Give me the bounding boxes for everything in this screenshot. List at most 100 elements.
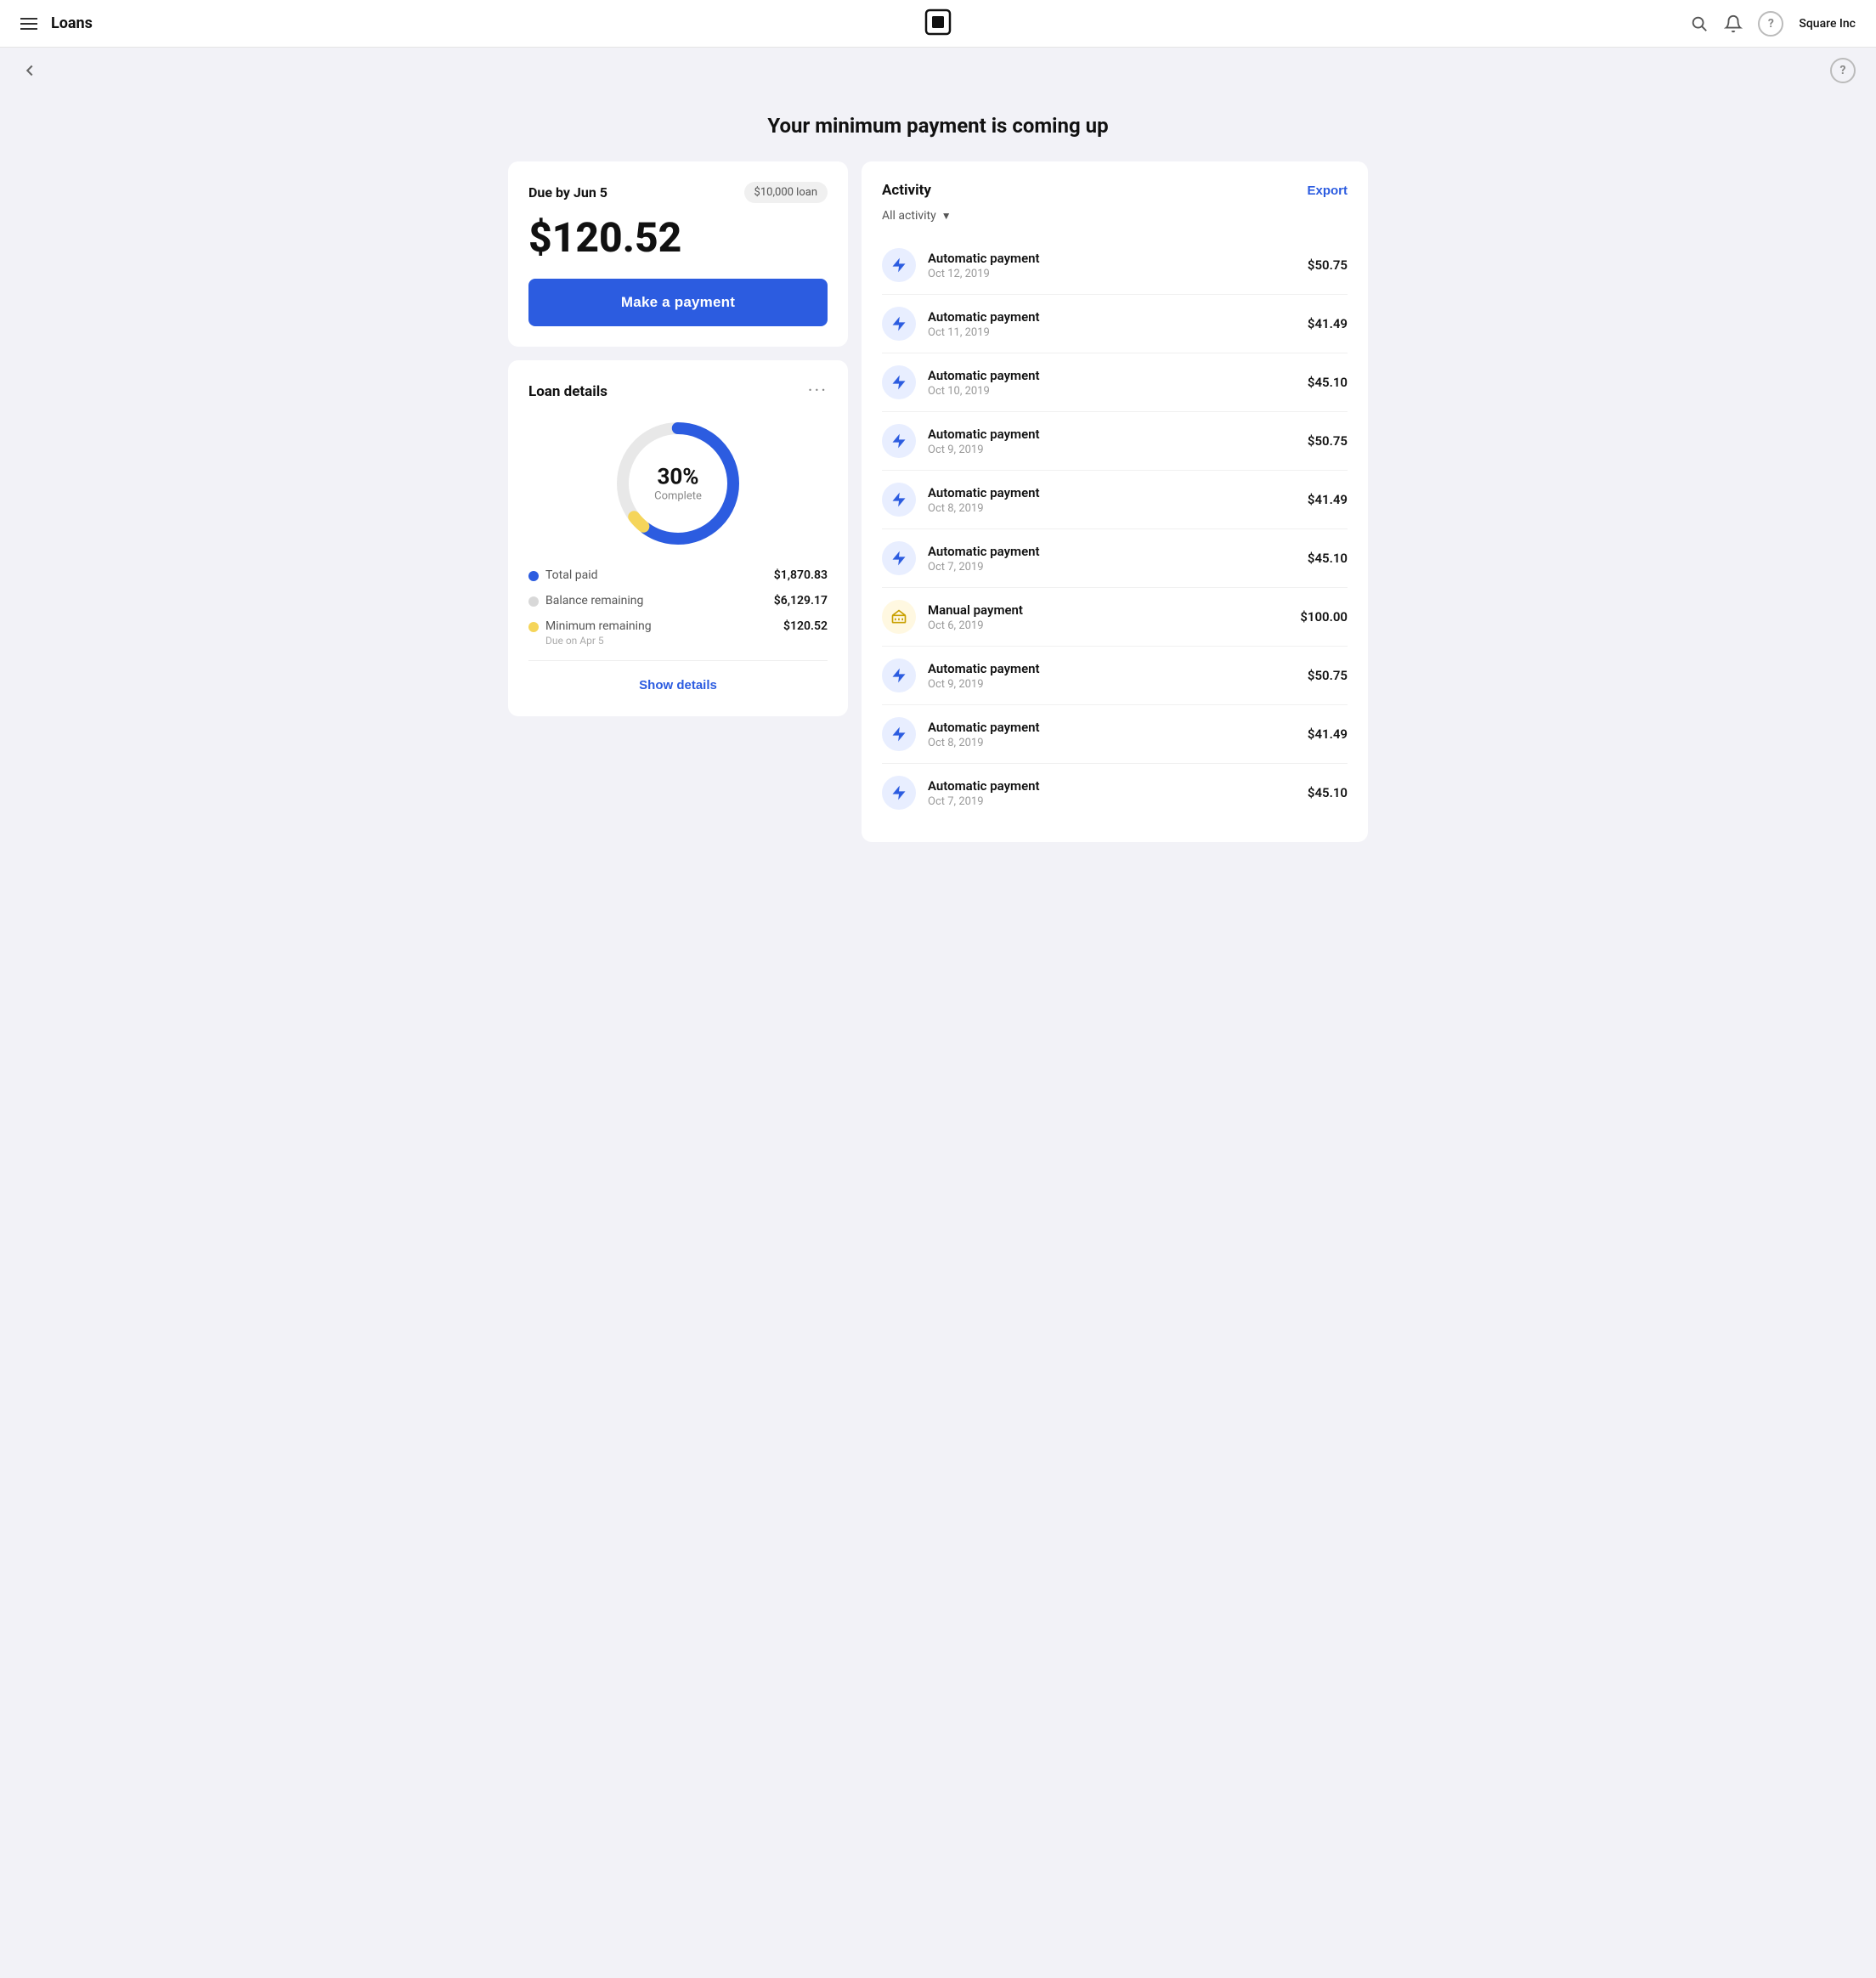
lightning-icon [882,483,916,517]
sub-header: ? [0,48,1876,93]
legend-label-minimum: Minimum remaining [545,619,652,633]
activity-amount: $41.49 [1308,316,1348,331]
activity-name: Manual payment [928,602,1023,618]
logo [924,8,952,39]
activity-name: Automatic payment [928,309,1040,325]
legend: Total paid $1,870.83 Balance remaining $… [528,568,828,647]
search-icon[interactable] [1690,14,1709,33]
bank-icon [882,600,916,634]
activity-date: Oct 9, 2019 [928,678,1040,691]
activity-date: Oct 8, 2019 [928,737,1040,749]
activity-date: Oct 7, 2019 [928,795,1040,808]
activity-name: Automatic payment [928,427,1040,442]
activity-info: Automatic payment Oct 11, 2019 [928,309,1040,339]
user-label[interactable]: Square Inc [1799,17,1856,31]
page-help-button[interactable]: ? [1830,58,1856,83]
page-title-section: Your minimum payment is coming up [0,93,1876,161]
activity-item: Manual payment Oct 6, 2019 $100.00 [882,587,1348,646]
activity-item-left: Automatic payment Oct 11, 2019 [882,307,1040,341]
activity-item: Automatic payment Oct 11, 2019 $41.49 [882,294,1348,353]
help-question-mark: ? [1768,17,1774,31]
show-details-button[interactable]: Show details [528,675,828,696]
activity-amount: $50.75 [1308,433,1348,449]
lightning-icon [882,717,916,751]
due-header: Due by Jun 5 $10,000 loan [528,182,828,203]
activity-name: Automatic payment [928,661,1040,676]
activity-name: Automatic payment [928,544,1040,559]
legend-dot-blue [528,571,539,581]
help-icon[interactable]: ? [1758,11,1783,37]
activity-item-left: Automatic payment Oct 8, 2019 [882,717,1040,751]
activity-info: Automatic payment Oct 12, 2019 [928,251,1040,280]
filter-chevron-icon: ▼ [941,210,952,222]
activity-info: Automatic payment Oct 7, 2019 [928,778,1040,808]
divider [528,660,828,661]
activity-item: Automatic payment Oct 7, 2019 $45.10 [882,528,1348,587]
activity-filter[interactable]: All activity ▼ [882,209,1348,223]
lightning-icon [882,424,916,458]
donut-percent: 30% [654,465,702,490]
payment-amount: $120.52 [528,213,828,262]
make-payment-button[interactable]: Make a payment [528,279,828,326]
activity-info: Automatic payment Oct 9, 2019 [928,661,1040,691]
filter-label: All activity [882,209,936,223]
app-title: Loans [51,14,93,32]
activity-item-left: Automatic payment Oct 7, 2019 [882,776,1040,810]
activity-date: Oct 10, 2019 [928,385,1040,398]
activity-item: Automatic payment Oct 9, 2019 $50.75 [882,411,1348,470]
activity-item-left: Automatic payment Oct 10, 2019 [882,365,1040,399]
activity-list: Automatic payment Oct 12, 2019 $50.75 Au… [882,236,1348,822]
activity-card: Activity Export All activity ▼ Automatic… [862,161,1368,842]
donut-label: Complete [654,490,702,503]
activity-item: Automatic payment Oct 8, 2019 $41.49 [882,704,1348,763]
activity-name: Automatic payment [928,251,1040,266]
more-options-icon[interactable]: ··· [808,381,828,402]
activity-item: Automatic payment Oct 9, 2019 $50.75 [882,646,1348,704]
menu-icon[interactable] [20,18,37,30]
notifications-icon[interactable] [1724,14,1743,33]
activity-item: Automatic payment Oct 7, 2019 $45.10 [882,763,1348,822]
activity-item-left: Automatic payment Oct 8, 2019 [882,483,1040,517]
header-left: Loans [20,14,93,32]
activity-item-left: Automatic payment Oct 7, 2019 [882,541,1040,575]
export-button[interactable]: Export [1307,184,1348,198]
activity-info: Automatic payment Oct 8, 2019 [928,720,1040,749]
activity-name: Automatic payment [928,778,1040,794]
page-title: Your minimum payment is coming up [0,114,1876,138]
legend-value-total-paid: $1,870.83 [774,568,828,582]
activity-name: Automatic payment [928,720,1040,735]
loan-details-header: Loan details ··· [528,381,828,402]
activity-date: Oct 6, 2019 [928,619,1023,632]
activity-info: Automatic payment Oct 8, 2019 [928,485,1040,515]
activity-name: Automatic payment [928,368,1040,383]
activity-date: Oct 12, 2019 [928,268,1040,280]
activity-item-left: Automatic payment Oct 9, 2019 [882,658,1040,692]
legend-sub-minimum: Due on Apr 5 [545,635,652,647]
activity-amount: $41.49 [1308,492,1348,507]
activity-amount: $100.00 [1300,609,1348,624]
donut-center: 30% Complete [654,465,702,503]
legend-value-balance: $6,129.17 [774,594,828,608]
lightning-icon [882,541,916,575]
page-help-question-mark: ? [1840,64,1846,77]
activity-date: Oct 9, 2019 [928,444,1040,456]
activity-date: Oct 7, 2019 [928,561,1040,574]
lightning-icon [882,307,916,341]
activity-date: Oct 11, 2019 [928,326,1040,339]
activity-info: Automatic payment Oct 9, 2019 [928,427,1040,456]
activity-header: Activity Export [882,182,1348,199]
loan-badge: $10,000 loan [744,182,828,203]
legend-dot-yellow [528,622,539,632]
loan-details-card: Loan details ··· 30% Compl [508,360,848,716]
activity-item-left: Automatic payment Oct 9, 2019 [882,424,1040,458]
legend-item-balance: Balance remaining $6,129.17 [528,594,828,608]
donut-chart-container: 30% Complete [528,415,828,551]
back-button[interactable] [20,61,39,80]
activity-item-left: Automatic payment Oct 12, 2019 [882,248,1040,282]
lightning-icon [882,365,916,399]
header-right: ? Square Inc [1690,11,1856,37]
main-content: Due by Jun 5 $10,000 loan $120.52 Make a… [488,161,1388,876]
legend-item-total-paid: Total paid $1,870.83 [528,568,828,582]
activity-info: Automatic payment Oct 7, 2019 [928,544,1040,574]
activity-date: Oct 8, 2019 [928,502,1040,515]
